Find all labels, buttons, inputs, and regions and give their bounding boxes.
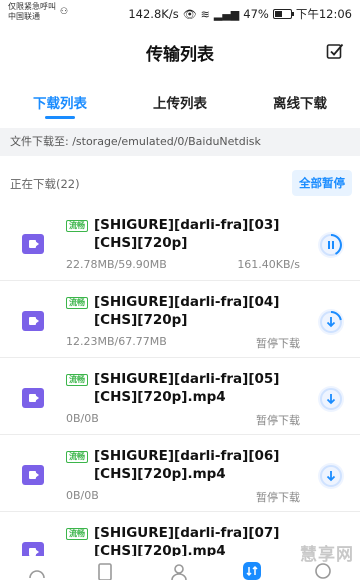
carrier-line-2: 中国联通 xyxy=(8,12,40,21)
download-status: 暂停下载 xyxy=(256,491,300,504)
file-size: 0B/0B xyxy=(66,489,99,502)
tab-upload-list[interactable]: 上传列表 xyxy=(120,92,240,112)
quality-badge: 流畅 xyxy=(66,297,88,309)
file-size: 0B/0B xyxy=(66,412,99,425)
list-item[interactable]: 流畅 [SHIGURE][darli-fra][06][CHS][720p].m… xyxy=(0,435,360,512)
download-icon xyxy=(320,388,342,410)
wifi-icon: ≋ xyxy=(200,7,210,21)
header: 传输列表 xyxy=(0,30,360,74)
list-item[interactable]: 流畅 [SHIGURE][darli-fra][05][CHS][720p].m… xyxy=(0,358,360,435)
quality-badge: 流畅 xyxy=(66,528,88,540)
eye-icon: 👁 xyxy=(182,7,197,21)
quality-badge: 流畅 xyxy=(66,374,88,386)
tab-bar: 下载列表 上传列表 离线下载 xyxy=(0,82,360,122)
tab-download-list[interactable]: 下载列表 xyxy=(0,92,120,112)
downloading-count: 正在下载(22) xyxy=(10,177,80,191)
download-status: 暂停下载 xyxy=(256,414,300,427)
signal-icon: ⚇ xyxy=(60,7,69,17)
tab-offline-download[interactable]: 离线下载 xyxy=(240,92,360,112)
pause-icon xyxy=(320,234,342,256)
watermark: 慧享网 xyxy=(300,545,354,565)
section-header: 正在下载(22) 全部暂停 xyxy=(0,170,360,200)
resume-download-button[interactable] xyxy=(318,386,344,412)
battery-icon xyxy=(272,9,294,19)
file-size: 12.23MB/67.77MB xyxy=(66,335,167,348)
clock: 下午12:06 xyxy=(295,7,352,21)
status-bar: 仅限紧急呼叫 中国联通 ⚇ 142.8K/s 👁 ≋ ▂▄▆ 47% 下午12:… xyxy=(0,0,360,26)
file-name: [SHIGURE][darli-fra][03][CHS][720p] xyxy=(94,217,280,251)
status-right: 142.8K/s 👁 ≋ ▂▄▆ 47% 下午12:06 xyxy=(128,6,352,22)
download-path[interactable]: 文件下载至: /storage/emulated/0/BaiduNetdisk xyxy=(0,128,360,156)
file-size: 22.78MB/59.90MB xyxy=(66,258,167,271)
quality-badge: 流畅 xyxy=(66,220,88,232)
transfer-icon[interactable] xyxy=(243,562,261,580)
file-icon[interactable] xyxy=(96,562,114,580)
video-file-icon xyxy=(22,388,44,408)
carrier-line-1: 仅限紧急呼叫 xyxy=(8,2,56,11)
resume-download-button[interactable] xyxy=(318,463,344,489)
battery-percent: 47% xyxy=(243,7,269,21)
download-icon xyxy=(320,465,342,487)
network-speed: 142.8K/s xyxy=(128,7,179,21)
video-file-icon xyxy=(22,465,44,485)
download-status: 暂停下载 xyxy=(256,337,300,350)
page-title: 传输列表 xyxy=(146,45,214,65)
pause-button[interactable] xyxy=(318,232,344,258)
download-list: 流畅 [SHIGURE][darli-fra][03][CHS][720p] 2… xyxy=(0,204,360,580)
tab-indicator xyxy=(45,116,75,119)
resume-download-button[interactable] xyxy=(318,309,344,335)
people-icon[interactable] xyxy=(170,562,188,580)
file-name: [SHIGURE][darli-fra][05][CHS][720p].mp4 xyxy=(94,371,280,405)
pause-all-button[interactable]: 全部暂停 xyxy=(292,170,352,196)
home-icon[interactable] xyxy=(28,562,46,580)
edit-icon[interactable] xyxy=(326,42,344,60)
file-name: [SHIGURE][darli-fra][04][CHS][720p] xyxy=(94,294,280,328)
download-status: 161.40KB/s xyxy=(237,258,300,271)
quality-badge: 流畅 xyxy=(66,451,88,463)
file-name: [SHIGURE][darli-fra][06][CHS][720p].mp4 xyxy=(94,448,280,482)
carrier-info: 仅限紧急呼叫 中国联通 ⚇ xyxy=(8,2,68,22)
file-name: [SHIGURE][darli-fra][07][CHS][720p].mp4 xyxy=(94,525,280,559)
signal-bars-icon: ▂▄▆ xyxy=(213,7,240,21)
list-item[interactable]: 流畅 [SHIGURE][darli-fra][03][CHS][720p] 2… xyxy=(0,204,360,281)
list-item[interactable]: 流畅 [SHIGURE][darli-fra][04][CHS][720p] 1… xyxy=(0,281,360,358)
video-file-icon xyxy=(22,234,44,254)
download-icon xyxy=(320,311,342,333)
video-file-icon xyxy=(22,311,44,331)
